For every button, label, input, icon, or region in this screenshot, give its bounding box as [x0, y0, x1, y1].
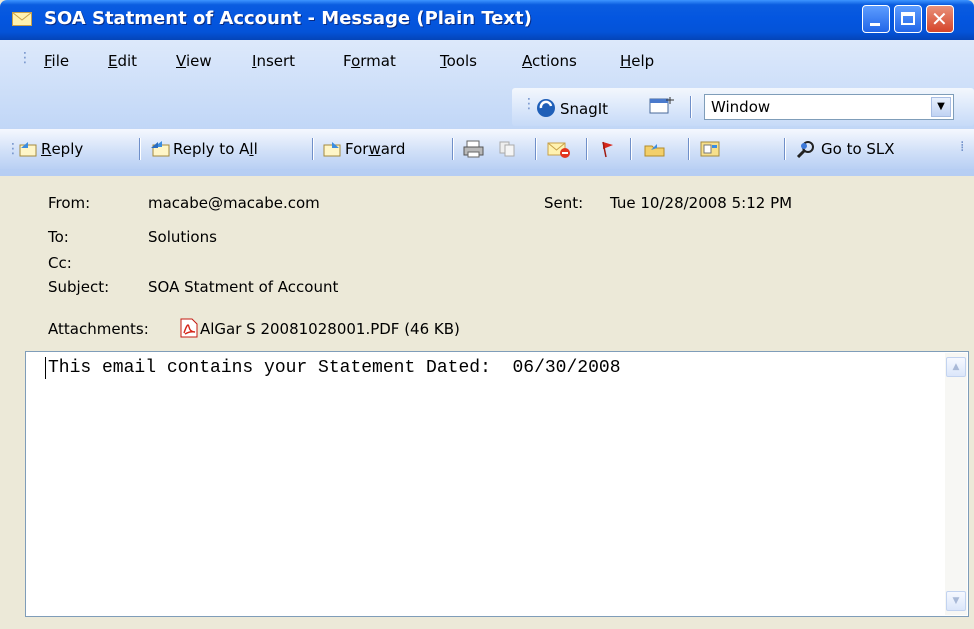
toolbar-separator [630, 138, 632, 160]
message-body[interactable]: This email contains your Statement Dated… [25, 351, 969, 617]
window-bottom-border [0, 617, 974, 629]
reply-button[interactable]: Reply [18, 129, 83, 169]
menu-bar: ⋮ File Edit View Insert Format Tools Act… [0, 40, 974, 74]
print-button[interactable] [462, 129, 489, 169]
forward-icon [323, 142, 341, 157]
toolbar-separator [688, 138, 690, 160]
snagit-profile-button[interactable] [648, 96, 674, 120]
menu-actions[interactable]: Actions [522, 52, 577, 70]
pdf-icon [180, 318, 198, 338]
maximize-button[interactable] [894, 5, 922, 33]
title-bar[interactable]: SOA Statment of Account - Message (Plain… [0, 0, 974, 40]
capture-mode-value: Window [711, 98, 771, 116]
reply-icon [19, 142, 37, 157]
from-label: From: [48, 194, 91, 212]
folder-move-icon [644, 144, 665, 157]
snagit-toolbar: ⋮ SnagIt Window ▼ [512, 88, 974, 126]
to-label: To: [48, 228, 69, 246]
subject-label: Subject: [48, 278, 110, 296]
to-value[interactable]: Solutions [148, 228, 217, 246]
menu-help[interactable]: Help [620, 52, 654, 70]
toolbar-separator [312, 138, 314, 160]
close-button[interactable]: ✕ [926, 5, 954, 33]
go-to-slx-button[interactable]: Go to SLX [796, 129, 895, 169]
reply-all-button[interactable]: Reply to All [150, 129, 258, 169]
printer-icon [463, 140, 484, 158]
minimize-button[interactable] [862, 5, 890, 33]
toolbar-separator [586, 138, 588, 160]
menu-format[interactable]: Format [343, 52, 396, 70]
menu-view[interactable]: View [176, 52, 212, 70]
toolbar-separator [452, 138, 454, 160]
menu-edit[interactable]: Edit [108, 52, 137, 70]
minimize-icon [870, 23, 880, 26]
attachments-label: Attachments: [48, 320, 149, 338]
close-icon: ✕ [931, 7, 948, 31]
toolbar-separator [784, 138, 786, 160]
snagit-button[interactable]: SnagIt [536, 98, 608, 118]
copy-button[interactable] [497, 129, 520, 169]
capture-window-icon [649, 97, 674, 114]
maximize-icon [901, 12, 915, 25]
cc-label: Cc: [48, 254, 72, 272]
menu-insert[interactable]: Insert [252, 52, 295, 70]
subject-value: SOA Statment of Account [148, 278, 339, 296]
message-toolbar: ⋮ Reply Reply to All For w ard Go to SLX… [0, 129, 974, 169]
chevron-down-icon[interactable]: ▼ [931, 97, 951, 117]
snagit-icon [537, 99, 555, 117]
envelope-icon [12, 12, 32, 26]
scroll-down-icon[interactable]: ▼ [946, 591, 966, 611]
sent-label: Sent: [544, 194, 584, 212]
capture-mode-select[interactable]: Window ▼ [704, 94, 954, 120]
flag-icon [602, 141, 613, 158]
toolbar-separator [690, 96, 692, 118]
snagit-grip-icon[interactable]: ⋮ [522, 97, 536, 111]
snagit-toolbar-row: ⋮ SnagIt Window ▼ [0, 88, 974, 126]
text-caret [45, 357, 46, 379]
delete-message-button[interactable] [546, 129, 575, 169]
menubar-grip-icon[interactable]: ⋮ [18, 51, 32, 65]
address-book-icon [700, 141, 720, 157]
vertical-scrollbar[interactable]: ▲ ▼ [945, 353, 967, 615]
copy-icon [499, 141, 515, 157]
from-value[interactable]: macabe@macabe.com [148, 194, 320, 212]
scroll-up-icon[interactable]: ▲ [946, 357, 966, 377]
attachment-link[interactable]: AlGar S 20081028001.PDF (46 KB) [200, 320, 460, 338]
menu-tools[interactable]: Tools [440, 52, 477, 70]
command-bars: ⋮ File Edit View Insert Format Tools Act… [0, 40, 974, 176]
window-title: SOA Statment of Account - Message (Plain… [44, 8, 532, 29]
forward-button[interactable]: For w ard [322, 129, 405, 169]
menu-file[interactable]: File [44, 52, 69, 70]
toolbar-separator [535, 138, 537, 160]
toolbar-grip-icon[interactable]: ⋮ [6, 142, 20, 156]
reply-all-icon [151, 141, 170, 157]
message-window: SOA Statment of Account - Message (Plain… [0, 0, 974, 629]
flag-button[interactable] [598, 129, 621, 169]
toolbar-separator [139, 138, 141, 160]
sent-value: Tue 10/28/2008 5:12 PM [610, 194, 793, 212]
toolbar-overflow-icon[interactable]: ⁞ [960, 140, 964, 154]
body-text: This email contains your Statement Dated… [48, 358, 621, 378]
message-header: From: macabe@macabe.com Sent: Tue 10/28/… [0, 176, 974, 346]
address-book-button[interactable] [698, 129, 727, 169]
move-to-folder-button[interactable] [642, 129, 671, 169]
search-people-icon [796, 141, 814, 158]
envelope-delete-icon [547, 142, 570, 158]
